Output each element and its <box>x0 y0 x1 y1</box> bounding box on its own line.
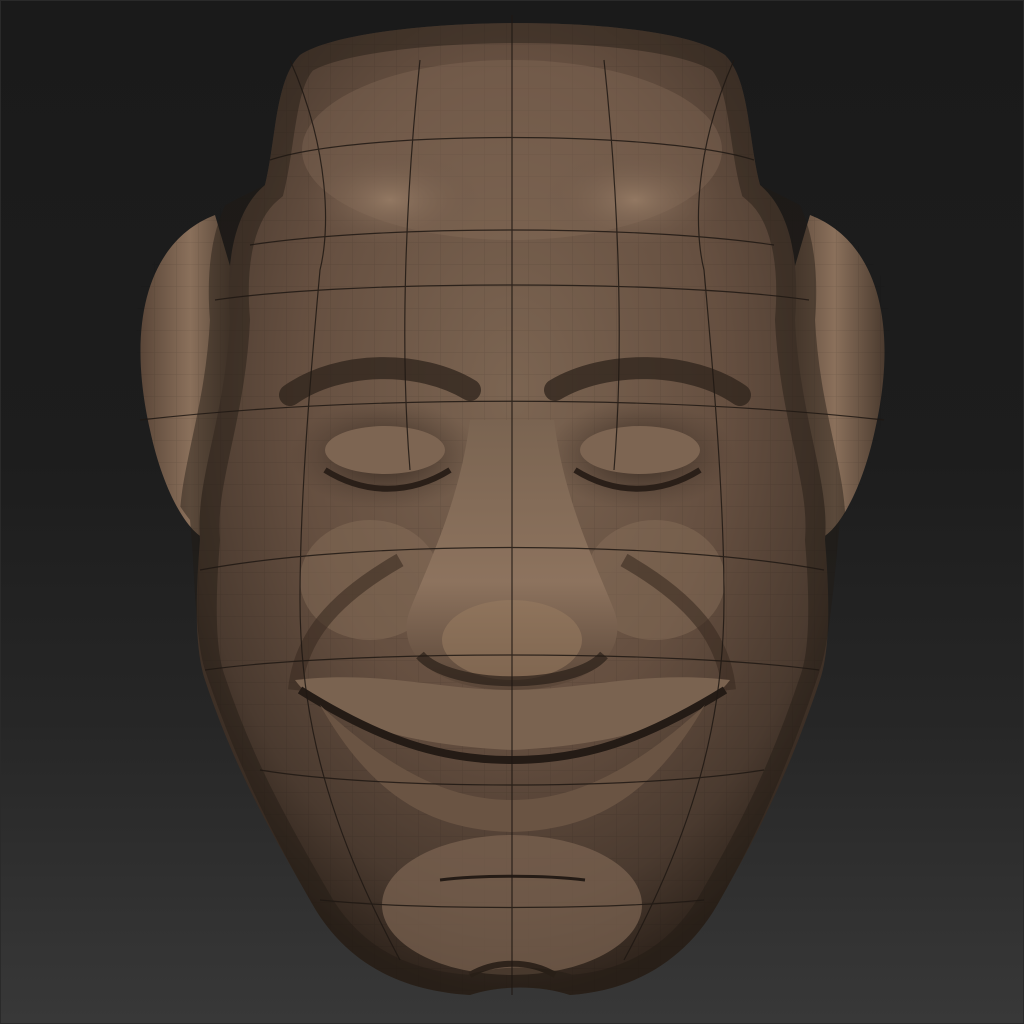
right-brow <box>545 150 725 250</box>
3d-viewport[interactable] <box>0 0 1024 1024</box>
sculpted-head-model[interactable] <box>0 0 1024 1024</box>
right-eyelid <box>580 426 700 474</box>
left-brow <box>300 150 480 250</box>
left-eyelid <box>325 426 445 474</box>
